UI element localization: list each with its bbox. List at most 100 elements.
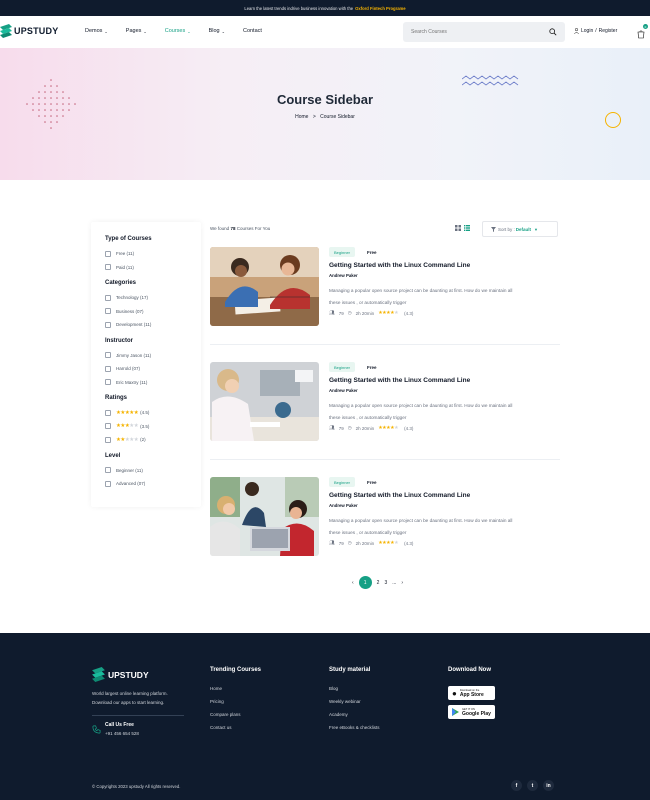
pagination-ellipsis: ... — [392, 579, 397, 586]
filter-option[interactable]: Beginner (11) — [105, 464, 187, 478]
filter-heading: Categories — [105, 280, 137, 286]
list-view-icon[interactable] — [464, 225, 470, 231]
checkbox[interactable] — [105, 365, 111, 372]
course-card[interactable]: Beginner Free Getting Started with the L… — [210, 477, 560, 577]
students-count: 79 — [338, 425, 344, 431]
course-author[interactable]: Andrew Paker — [329, 388, 358, 393]
footer-link[interactable]: Weekly webinar — [329, 699, 380, 712]
nav-pages[interactable]: Pages ⌄ — [126, 28, 147, 34]
checkbox[interactable] — [105, 467, 111, 474]
checkbox[interactable] — [105, 264, 111, 271]
course-title[interactable]: Getting Started with the Linux Command L… — [329, 262, 470, 269]
nav-courses[interactable]: Courses ⌄ — [165, 28, 191, 34]
footer-link[interactable]: Blog — [329, 686, 380, 699]
linkedin-icon[interactable]: in — [543, 780, 554, 791]
course-card[interactable]: Beginner Free Getting Started with the L… — [210, 247, 560, 347]
filter-label: Technology (17) — [116, 295, 149, 301]
footer-link[interactable]: Home — [210, 686, 261, 699]
filter-option[interactable]: Jimmy Jason (11) — [105, 349, 187, 363]
twitter-icon[interactable]: t — [527, 780, 538, 791]
checkbox[interactable] — [105, 436, 111, 443]
footer-link[interactable]: Academy — [329, 712, 380, 725]
checkbox[interactable] — [105, 409, 111, 416]
course-thumbnail[interactable] — [210, 362, 319, 441]
filter-option[interactable]: ★★★★★ (4.5) — [105, 406, 187, 420]
page-hero: Course Sidebar Home > Course Sidebar — [0, 48, 650, 180]
footer-logo[interactable]: UPSTUDY — [92, 667, 149, 682]
grid-view-icon[interactable] — [455, 225, 461, 231]
filter-option[interactable]: ★★★★★ (2) — [105, 433, 187, 447]
star-rating-icon: ★★★★★ — [116, 436, 139, 443]
students-count: 79 — [338, 310, 344, 316]
price-label: Free — [367, 479, 377, 485]
filter-ratings: Ratings ★★★★★ (4.5) ★★★★★ (3.5) ★★★★★ (2) — [105, 395, 187, 447]
footer-link[interactable]: Compare plans — [210, 712, 261, 725]
filter-option[interactable]: Business (07) — [105, 305, 187, 319]
filter-categories: Categories Technology (17) Business (07)… — [105, 280, 187, 332]
login-link[interactable]: Login — [581, 28, 593, 34]
course-author[interactable]: Andrew Paker — [329, 503, 358, 508]
filter-option[interactable]: Eric Maxtry (11) — [105, 376, 187, 390]
app-store-button[interactable]: ● Download on the App Store — [448, 686, 495, 700]
register-link[interactable]: Register — [599, 28, 618, 34]
sort-select[interactable]: Sort by : Default ▼ — [482, 221, 558, 237]
course-thumbnail[interactable] — [210, 247, 319, 326]
nav-demos[interactable]: Demos ⌄ — [85, 28, 108, 34]
checkbox[interactable] — [105, 480, 111, 487]
checkbox[interactable] — [105, 352, 111, 359]
checkbox[interactable] — [105, 321, 111, 328]
course-duration: 2h 20min — [355, 310, 375, 316]
course-title[interactable]: Getting Started with the Linux Command L… — [329, 492, 470, 499]
description-line: these issues , or automatically trigger — [329, 414, 407, 420]
nav-label: Blog — [208, 28, 220, 34]
nav-blog[interactable]: Blog ⌄ — [209, 28, 225, 34]
filter-option[interactable]: Free (11) — [105, 247, 187, 261]
description-line: these issues , or automatically trigger — [329, 299, 407, 305]
star-rating-icon: ★★★★★ — [116, 423, 139, 430]
nav-label: Demos — [85, 28, 103, 34]
store-big-text: App Store — [459, 691, 484, 698]
facebook-icon[interactable]: f — [511, 780, 522, 791]
logo[interactable]: UPSTUDY — [0, 24, 58, 38]
checkbox[interactable] — [105, 250, 111, 257]
page-button[interactable]: 3 — [384, 580, 387, 586]
breadcrumb-home[interactable]: Home — [295, 114, 308, 120]
checkbox[interactable] — [105, 379, 111, 386]
course-title[interactable]: Getting Started with the Linux Command L… — [329, 377, 470, 384]
call-number[interactable]: +91 456 654 528 — [105, 731, 139, 736]
checkbox[interactable] — [105, 308, 111, 315]
footer-link[interactable]: Free eBooks & checklists — [329, 725, 380, 738]
call-block[interactable]: Call Us Free +91 456 654 528 — [92, 722, 139, 736]
footer-link[interactable]: Pricing — [210, 699, 261, 712]
checkbox[interactable] — [105, 294, 111, 301]
prev-page-button[interactable]: ‹ — [352, 580, 354, 586]
tagline-line: World largest online learning platform. — [92, 691, 168, 696]
google-play-button[interactable]: GET IT ON Google Play — [448, 705, 495, 719]
page-button-current[interactable]: 1 — [358, 576, 372, 589]
filter-option[interactable]: Paid (11) — [105, 261, 187, 275]
filter-heading: Ratings — [105, 395, 128, 401]
filter-option[interactable]: Harrold (07) — [105, 362, 187, 376]
chevron-down-icon: ⌄ — [104, 28, 108, 34]
search-input[interactable] — [411, 29, 541, 35]
filter-icon — [491, 226, 496, 232]
course-author[interactable]: Andrew Paker — [329, 273, 358, 278]
nav-contact[interactable]: Contact — [243, 28, 262, 34]
filter-label: (2) — [140, 437, 146, 443]
filter-option[interactable]: Advanced (07) — [105, 477, 187, 491]
filter-heading: Instructor — [105, 337, 134, 344]
filter-option[interactable]: Development (11) — [105, 318, 187, 332]
filter-option[interactable]: Technology (17) — [105, 291, 187, 305]
checkbox[interactable] — [105, 423, 111, 430]
course-card[interactable]: Beginner Free Getting Started with the L… — [210, 362, 560, 462]
cart-button[interactable]: 0 — [637, 24, 648, 39]
clock-icon: ◷ — [347, 425, 352, 430]
footer-col-trending: Trending Courses Home Pricing Compare pl… — [210, 667, 261, 738]
page-button[interactable]: 2 — [377, 580, 380, 586]
course-thumbnail[interactable] — [210, 477, 319, 556]
search-icon[interactable] — [549, 28, 557, 36]
next-page-button[interactable]: › — [401, 580, 403, 586]
footer-link[interactable]: Contact us — [210, 725, 261, 738]
announcement-link[interactable]: Oxford Fintech Programe — [355, 6, 406, 11]
filter-option[interactable]: ★★★★★ (3.5) — [105, 420, 187, 434]
